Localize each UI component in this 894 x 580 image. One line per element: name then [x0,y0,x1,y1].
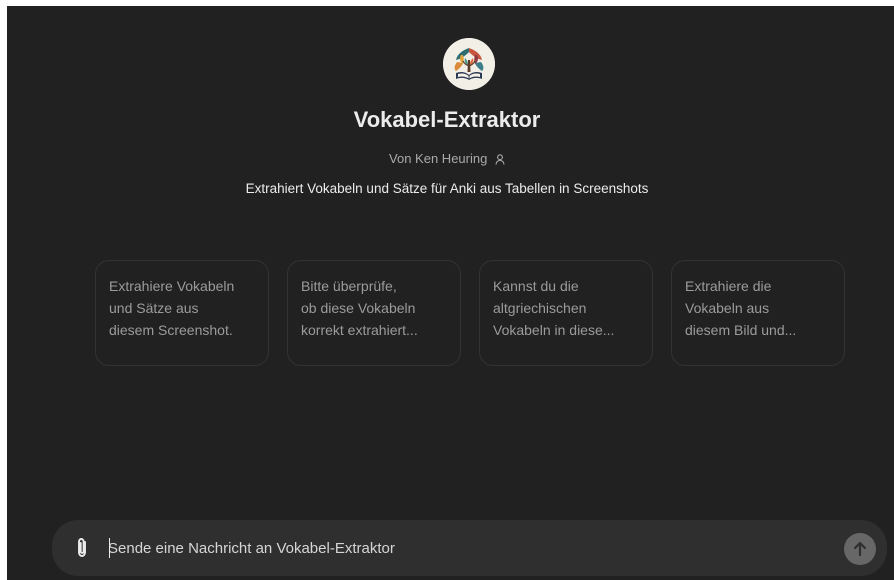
suggestion-line: Kannst du die [493,278,579,294]
message-input[interactable] [108,534,808,562]
chat-window: Vokabel-Extraktor Von Ken Heuring Extrah… [0,0,894,580]
suggestion-line: Extrahiere Vokabeln [109,278,235,294]
suggestion-line: diesem Screenshot. [109,322,233,338]
message-composer [52,520,887,576]
suggestion-line: diesem Bild und... [685,322,797,338]
gpt-avatar [443,38,495,90]
arrow-up-icon [853,541,867,557]
suggestion-card[interactable]: Extrahiere die Vokabeln aus diesem Bild … [671,260,845,366]
gpt-author[interactable]: Von Ken Heuring [0,151,894,168]
send-button[interactable] [844,533,876,565]
suggestion-card[interactable]: Bitte überprüfe, ob diese Vokabeln korre… [287,260,461,366]
suggestion-line: Bitte überprüfe, [301,278,397,294]
suggestion-line: korrekt extrahiert... [301,322,418,338]
gpt-description: Extrahiert Vokabeln und Sätze für Anki a… [245,181,649,196]
gpt-title: Vokabel-Extraktor [353,107,541,132]
tree-book-logo-icon [443,38,495,90]
suggestion-line: Extrahiere die [685,278,772,294]
author-label: Von Ken Heuring [389,151,488,166]
suggestion-card[interactable]: Extrahiere Vokabeln und Sätze aus diesem… [95,260,269,366]
suggestion-card[interactable]: Kannst du die altgriechischen Vokabeln i… [479,260,653,366]
text-caret [109,538,110,558]
window-edge-top [0,0,894,6]
suggestion-line: ob diese Vokabeln [301,300,416,316]
suggestion-line: Vokabeln in diese... [493,322,615,338]
suggestion-line: altgriechischen [493,300,587,316]
window-edge-left [0,0,7,580]
suggestion-line: Vokabeln aus [685,300,770,316]
suggestion-line: und Sätze aus [109,300,199,316]
person-icon [495,153,505,168]
paperclip-icon[interactable] [72,536,92,560]
